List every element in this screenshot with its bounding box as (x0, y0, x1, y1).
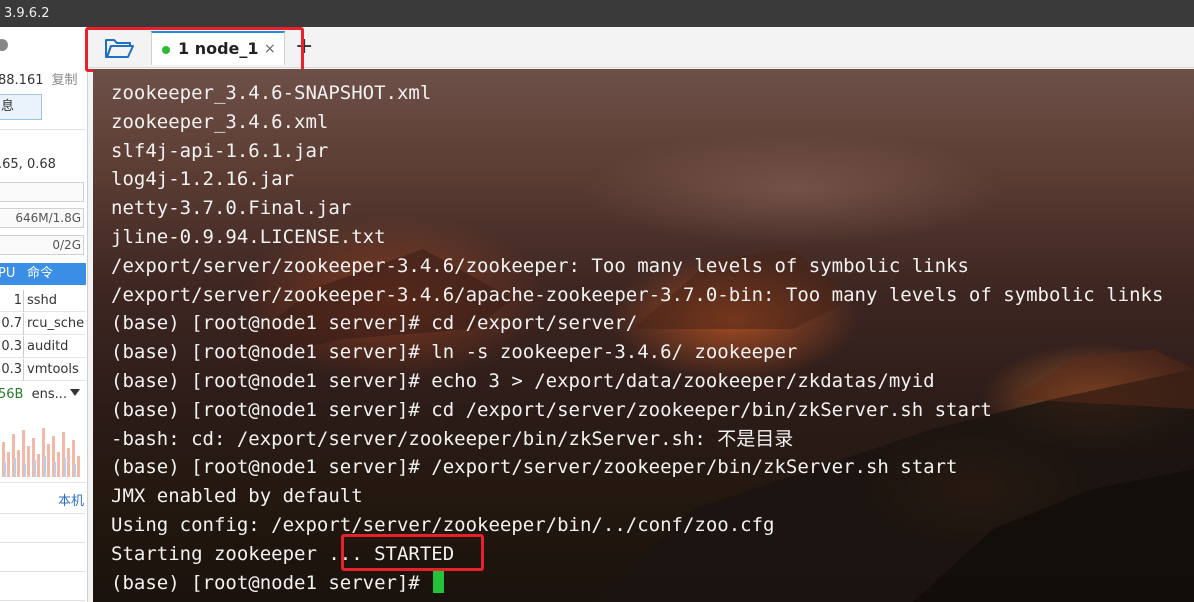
divider (0, 129, 86, 130)
process-name: auditd (27, 339, 69, 354)
process-table-header: PU 命令 (0, 263, 86, 285)
memory-usage: 646M/1.8G (0, 208, 84, 228)
system-info-button[interactable]: 息 (0, 94, 42, 120)
terminal-pane[interactable]: zookeeper_3.4.6-SNAPSHOT.xml zookeeper_3… (93, 69, 1194, 602)
terminal-line: zookeeper_3.4.6.xml (111, 110, 329, 133)
terminal-line: /export/server/zookeeper-3.4.6/zookeeper… (111, 254, 969, 277)
network-interface: ens... (31, 387, 68, 402)
divider (23, 359, 24, 381)
process-name: sshd (27, 293, 58, 308)
load-average: .65, 0.68 (0, 157, 56, 172)
terminal-line: (base) [root@node1 server]# /export/serv… (111, 456, 958, 479)
cpu-usage-bar (0, 182, 84, 202)
terminal-line: netty-3.7.0.Final.jar (111, 197, 352, 220)
process-cpu: 0.3 (1, 362, 22, 377)
window-title: 3.9.6.2 (4, 6, 50, 21)
process-row[interactable]: 0.3 auditd (0, 336, 86, 358)
terminal-cursor (433, 570, 445, 593)
terminal-prompt-line[interactable]: (base) [root@node1 server]# (111, 569, 1163, 598)
column-command[interactable]: 命令 (27, 263, 53, 285)
divider (23, 313, 24, 335)
network-selector[interactable]: 56B ens... (0, 387, 67, 402)
process-name: vmtools (27, 362, 79, 377)
network-speed: 56B (0, 387, 24, 402)
column-cpu[interactable]: PU (0, 263, 15, 285)
server-ip: 88.161 复制 (0, 69, 78, 88)
terminal-prompt: (base) [root@node1 server]# (111, 571, 420, 594)
terminal-line: zookeeper_3.4.6-SNAPSHOT.xml (111, 82, 432, 104)
copy-ip-button[interactable]: 复制 (52, 73, 78, 88)
local-tab[interactable]: 本机 (58, 490, 84, 509)
swap-usage: 0/2G (0, 235, 84, 255)
divider (0, 482, 86, 483)
process-cpu: 1 (13, 293, 22, 308)
network-traffic-graph (2, 428, 80, 477)
divider (0, 513, 86, 514)
server-ip-text: 88.161 (0, 73, 44, 88)
window-title-bar: 3.9.6.2 (0, 0, 1194, 27)
terminal-line: Using config: /export/server/zookeeper/b… (111, 513, 775, 536)
terminal-output: zookeeper_3.4.6-SNAPSHOT.xml zookeeper_3… (111, 79, 1163, 597)
divider (0, 571, 86, 572)
divider (0, 542, 86, 543)
terminal-line: jline-0.9.94.LICENSE.txt (111, 225, 386, 248)
divider (23, 290, 24, 312)
terminal-line: (base) [root@node1 server]# echo 3 > /ex… (111, 369, 935, 392)
tab-highlight-box (85, 27, 304, 72)
started-highlight-box (341, 534, 484, 571)
terminal-line: Starting zookeeper ... STARTED (111, 542, 455, 565)
terminal-line: -bash: cd: /export/server/zookeeper/bin/… (111, 427, 794, 450)
process-name: rcu_sche (27, 316, 85, 331)
terminal-line: slf4j-api-1.6.1.jar (111, 139, 329, 162)
divider (23, 336, 24, 358)
terminal-line: (base) [root@node1 server]# ln -s zookee… (111, 341, 798, 364)
divider (0, 600, 86, 601)
process-cpu: 0.7 (1, 316, 22, 331)
terminal-line: log4j-1.2.16.jar (111, 168, 295, 191)
process-row[interactable]: 0.7 rcu_sche (0, 313, 86, 335)
terminal-line: JMX enabled by default (111, 485, 363, 508)
connection-status-icon (0, 39, 8, 51)
process-row[interactable]: 1 sshd (0, 290, 86, 312)
chevron-down-icon[interactable] (70, 389, 80, 396)
terminal-line: /export/server/zookeeper-3.4.6/apache-zo… (111, 283, 1164, 306)
process-row[interactable]: 0.3 vmtools (0, 359, 86, 381)
terminal-line: (base) [root@node1 server]# cd /export/s… (111, 398, 992, 421)
terminal-line: (base) [root@node1 server]# cd /export/s… (111, 312, 638, 335)
process-cpu: 0.3 (1, 339, 22, 354)
server-status-sidebar: 88.161 复制 息 .65, 0.68 646M/1.8G 0/2G PU 命… (0, 27, 88, 602)
